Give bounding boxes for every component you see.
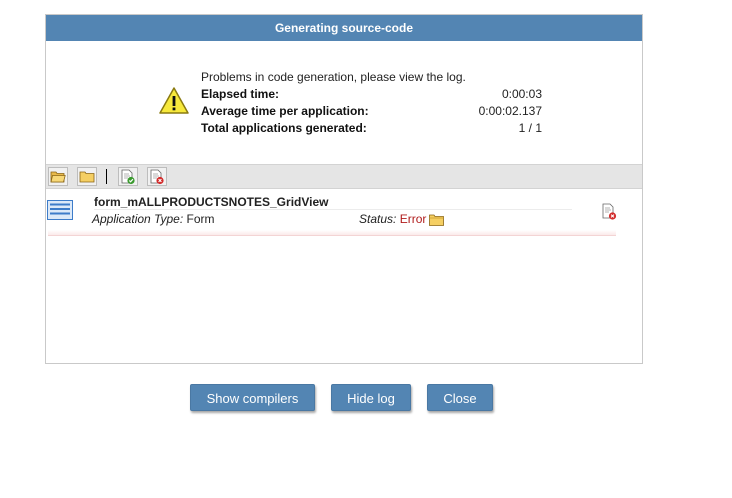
application-type-value: Form [186, 212, 215, 226]
toolbar-separator [106, 169, 107, 184]
error-document-icon [150, 169, 164, 185]
summary-panel: Problems in code generation, please view… [46, 41, 642, 164]
application-status: Status: Error [359, 212, 445, 226]
open-folder-button[interactable] [48, 167, 68, 186]
status-message: Problems in code generation, please view… [201, 70, 466, 84]
application-type: Application Type: Form [92, 212, 215, 226]
average-time-label: Average time per application: [201, 104, 369, 118]
open-folder-icon [50, 171, 66, 183]
total-applications-row: Total applications generated: 1 / 1 [201, 121, 542, 135]
dialog-title: Generating source-code [46, 15, 642, 41]
show-compilers-button[interactable]: Show compilers [190, 384, 315, 411]
grid-view-icon [47, 200, 73, 220]
success-document-icon [121, 169, 135, 185]
error-log-icon[interactable] [601, 203, 617, 221]
folder-icon [79, 171, 95, 183]
button-bar: Show compilers Hide log Close [0, 384, 732, 412]
status-label: Status: [359, 212, 397, 226]
log-toolbar [46, 164, 642, 189]
hide-log-button[interactable]: Hide log [331, 384, 411, 411]
folder-button[interactable] [77, 167, 97, 186]
view-errors-button[interactable] [147, 167, 167, 186]
close-button[interactable]: Close [427, 384, 493, 411]
status-value: Error [399, 212, 427, 226]
row-separator [48, 230, 616, 236]
application-type-label: Application Type: [92, 212, 184, 226]
application-divider [94, 209, 572, 210]
elapsed-time-value: 0:00:03 [501, 87, 542, 101]
total-applications-label: Total applications generated: [201, 121, 367, 135]
average-time-row: Average time per application: 0:00:02.13… [201, 104, 542, 118]
elapsed-time-row: Elapsed time: 0:00:03 [201, 87, 542, 101]
warning-icon [159, 87, 189, 114]
elapsed-time-label: Elapsed time: [201, 87, 280, 101]
average-time-value: 0:00:02.137 [478, 104, 542, 118]
folder-icon[interactable] [429, 213, 445, 226]
application-name: form_mALLPRODUCTSNOTES_GridView [94, 195, 329, 209]
generation-dialog: Generating source-code Problems in code … [45, 14, 643, 364]
total-applications-value: 1 / 1 [518, 121, 542, 135]
application-row[interactable]: form_mALLPRODUCTSNOTES_GridView Applicat… [46, 189, 618, 237]
view-success-button[interactable] [118, 167, 138, 186]
